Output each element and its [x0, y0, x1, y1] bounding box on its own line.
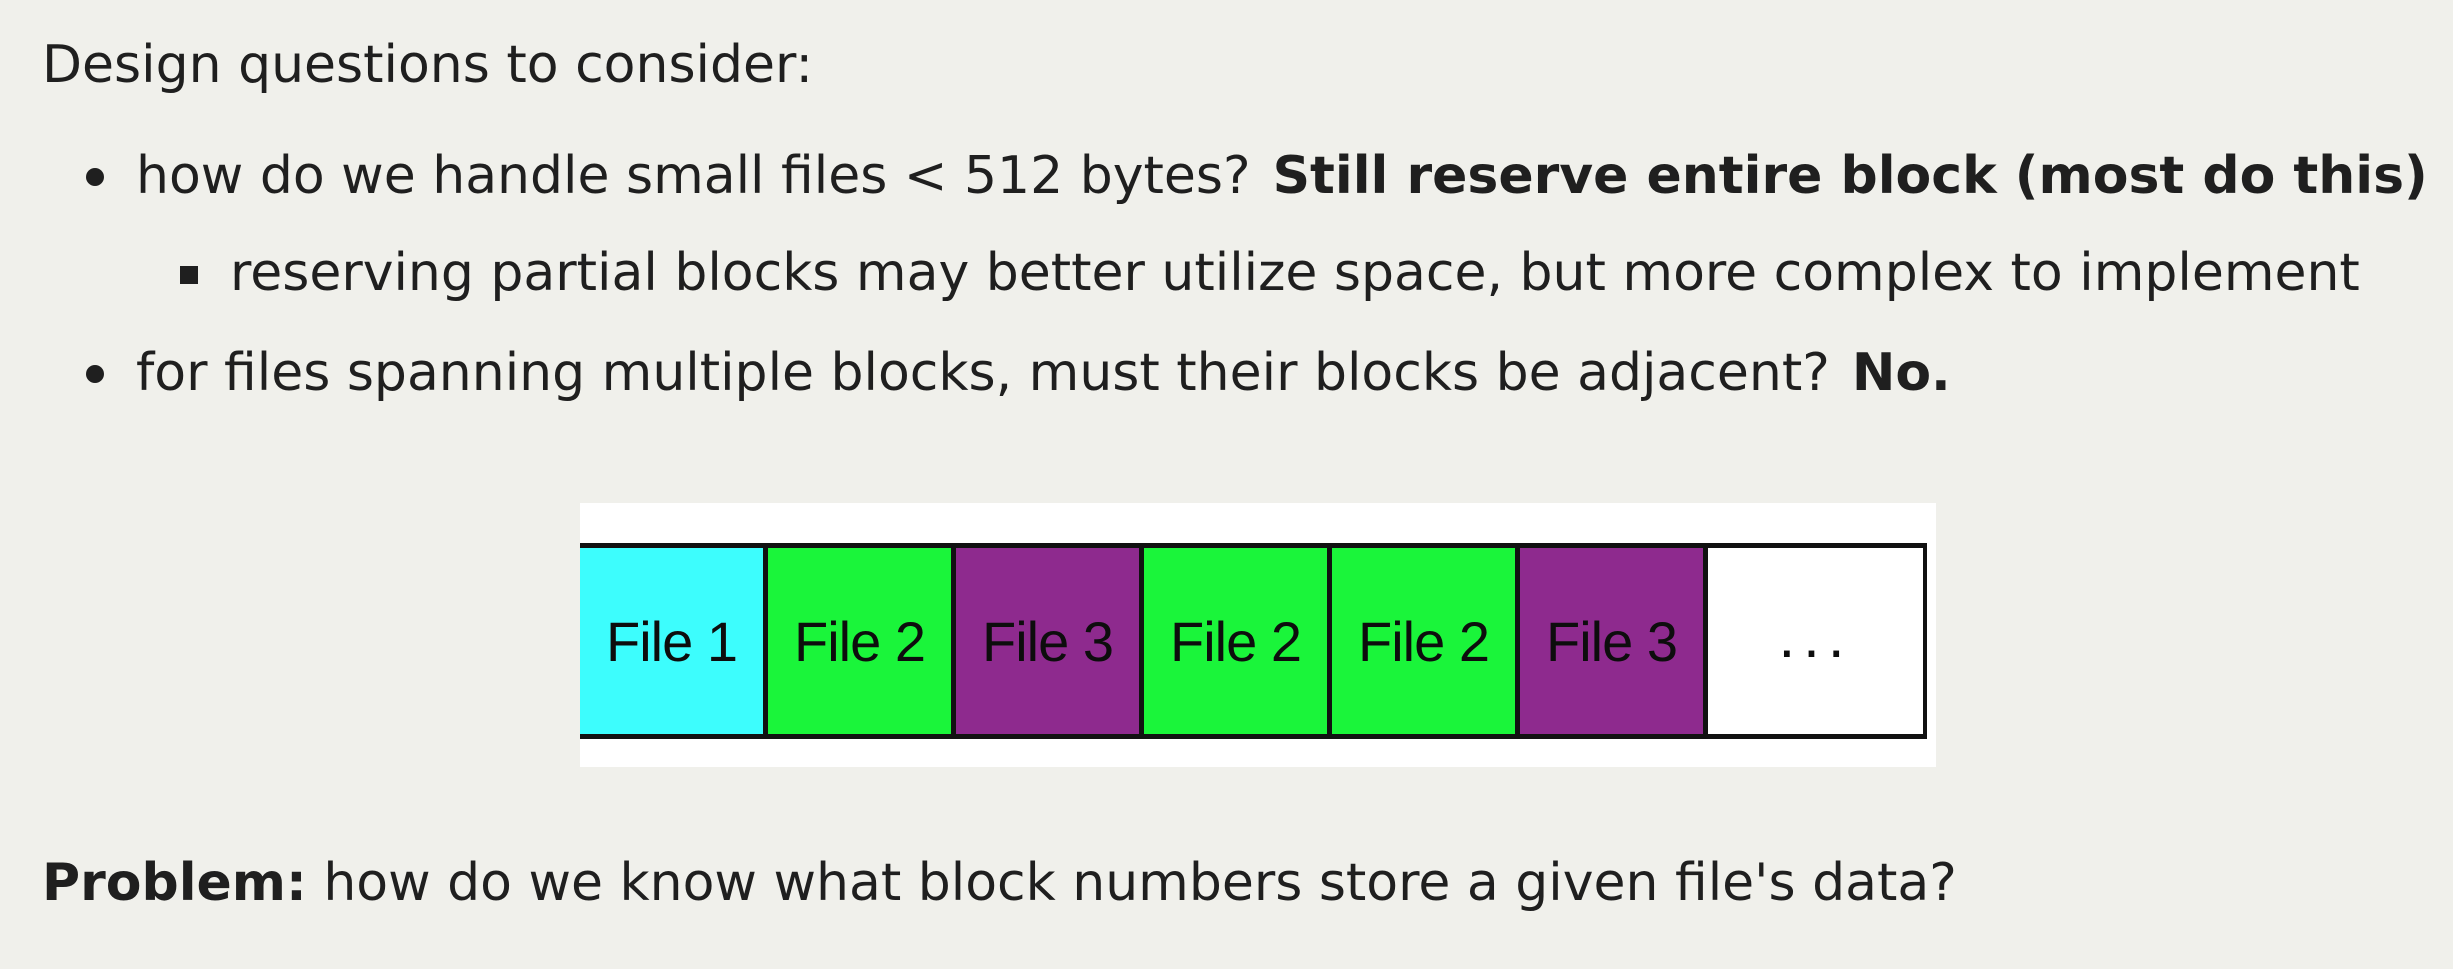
problem-statement: Problem: how do we know what block numbe…: [42, 848, 1957, 918]
bullet-small-files: how do we handle small files < 512 bytes…: [86, 141, 2428, 211]
bullet-dot-icon: [86, 168, 104, 186]
bullet-answer: No.: [1851, 343, 1951, 403]
block-strip: File 1 File 2 File 3 File 2 File 2 File …: [580, 543, 1927, 739]
sub-bullet-text: reserving partial blocks may better util…: [230, 243, 2360, 303]
bullet-square-icon: [180, 266, 198, 284]
sub-bullet-partial-blocks: reserving partial blocks may better util…: [180, 238, 2360, 308]
bullet-dot-icon: [86, 365, 104, 383]
bullet-answer: Still reserve entire block (most do this…: [1272, 146, 2428, 206]
bullet-adjacent-blocks: for files spanning multiple blocks, must…: [86, 338, 1951, 408]
block-ellipsis: ...: [1708, 548, 1923, 734]
bullet-question: how do we handle small files < 512 bytes…: [136, 146, 1251, 206]
bullet-question: for files spanning multiple blocks, must…: [136, 343, 1830, 403]
block-diagram: File 1 File 2 File 3 File 2 File 2 File …: [580, 503, 1936, 767]
problem-label: Problem:: [42, 853, 307, 913]
block-file-3: File 3: [1520, 548, 1708, 734]
block-file-3: File 3: [956, 548, 1144, 734]
slide-heading: Design questions to consider:: [42, 35, 813, 95]
block-file-2: File 2: [768, 548, 956, 734]
block-file-1: File 1: [580, 548, 768, 734]
block-file-2: File 2: [1144, 548, 1332, 734]
problem-text: how do we know what block numbers store …: [323, 853, 1957, 913]
slide: Design questions to consider: how do we …: [0, 0, 2453, 969]
block-file-2: File 2: [1332, 548, 1520, 734]
